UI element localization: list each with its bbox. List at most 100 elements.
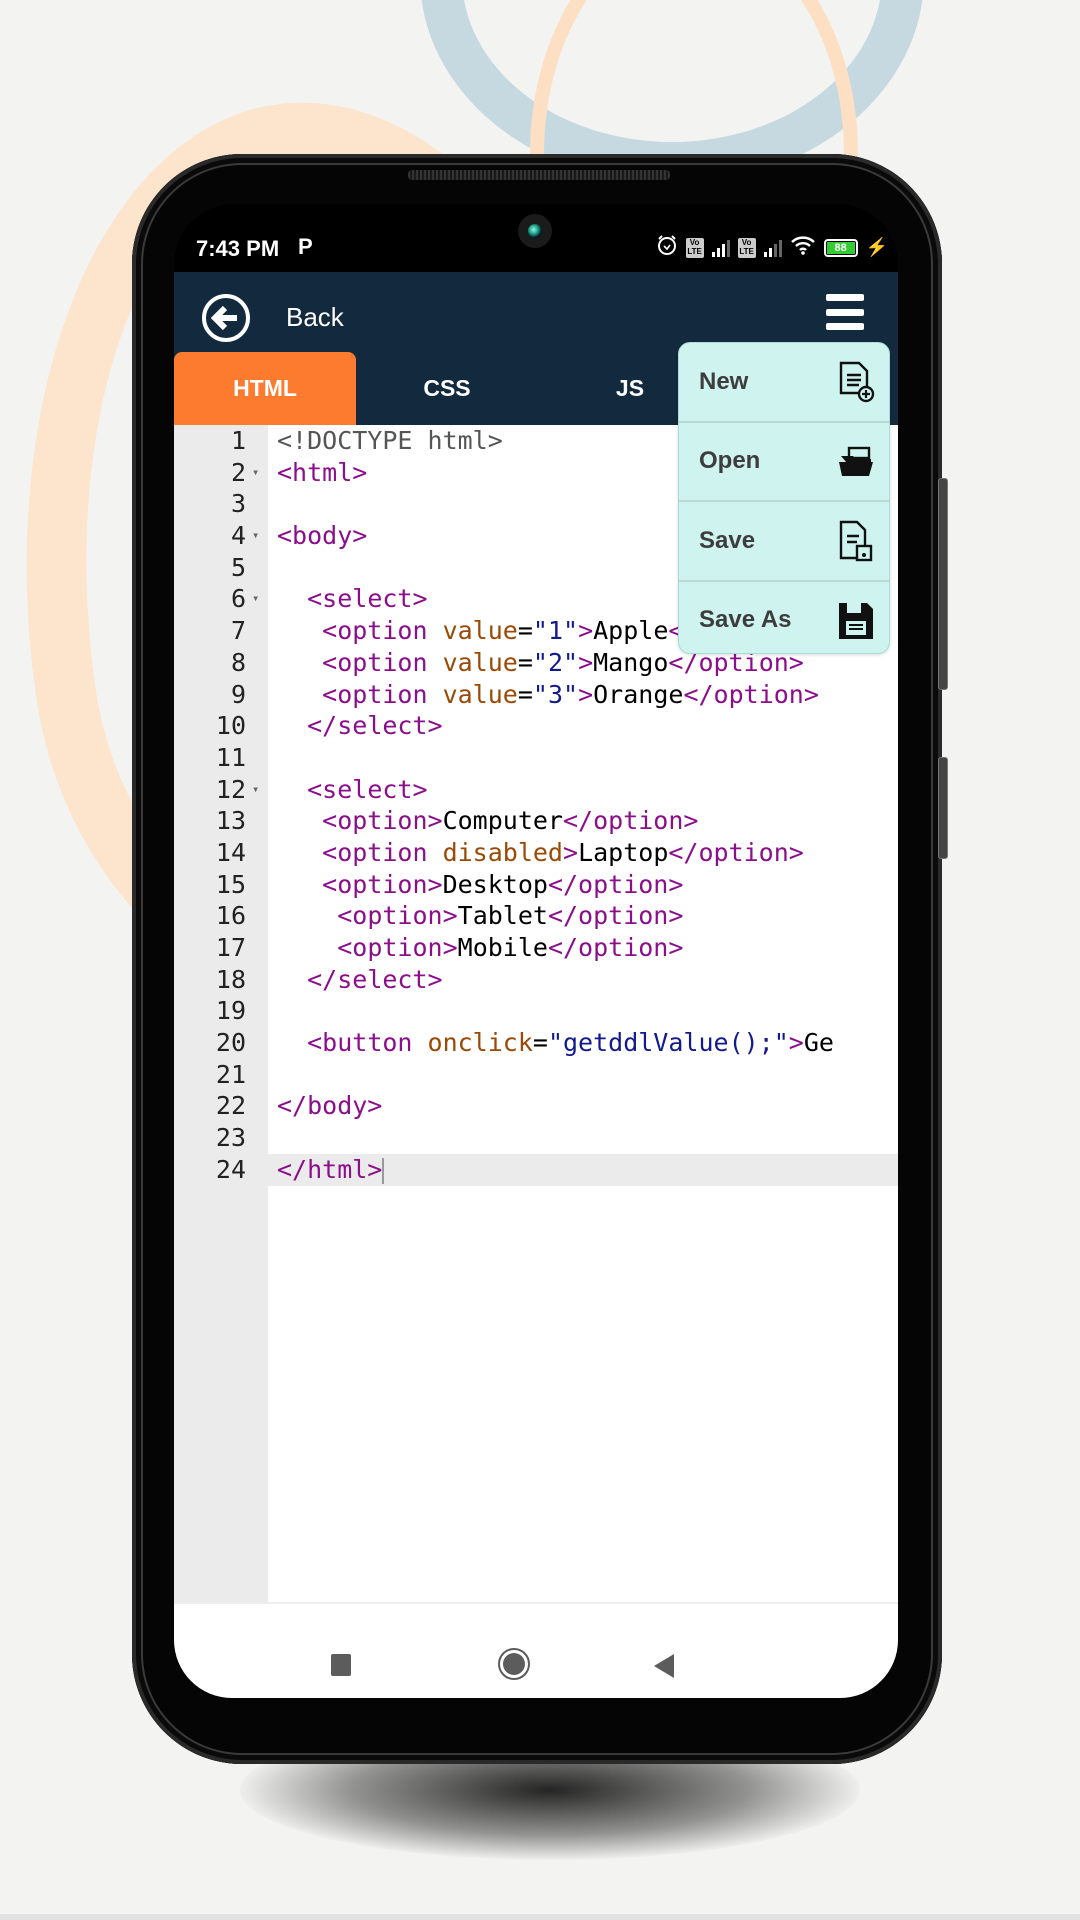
code-token: </html> [277, 1154, 383, 1184]
code-text: <body> [277, 520, 367, 552]
code-token: <body> [277, 521, 368, 551]
fold-arrow-icon[interactable]: ▾ [252, 457, 259, 489]
code-token: </body> [277, 1091, 383, 1121]
code-token: Computer [442, 806, 563, 836]
code-line[interactable]: 13 <option>Computer</option> [174, 805, 898, 837]
code-line[interactable]: 16 <option>Tablet</option> [174, 900, 898, 932]
menu-item-save[interactable]: Save [679, 502, 889, 582]
code-token: </option> [547, 933, 684, 962]
code-token: </select> [307, 711, 443, 741]
code-line[interactable]: 20 <button onclick="getddlValue();">Ge [174, 1027, 898, 1059]
code-token: <html> [277, 457, 368, 487]
code-token: Laptop [578, 837, 669, 867]
line-number: 18 [215, 964, 246, 994]
line-number: 21 [215, 1059, 246, 1089]
volte-icon: Vo LTE [685, 237, 704, 258]
code-token: "getddlValue();" [547, 1028, 789, 1058]
code-token: <select> [307, 584, 428, 614]
code-token: = [532, 1028, 548, 1058]
open-folder-icon [837, 440, 875, 482]
code-line[interactable]: 12 ▾ <select> [174, 774, 898, 806]
code-token: Desktop [442, 869, 548, 899]
code-token: <select> [307, 774, 428, 804]
code-token: <option [322, 837, 443, 867]
front-camera-icon [518, 214, 552, 248]
code-token: > [578, 679, 594, 709]
code-token: = [517, 679, 533, 709]
code-line[interactable]: 21 [174, 1059, 898, 1091]
code-line[interactable]: 22 </body> [174, 1090, 898, 1122]
code-token: > [578, 647, 594, 677]
line-number: 4 [230, 521, 246, 551]
code-line[interactable]: 17 <option>Mobile</option> [174, 932, 898, 964]
menu-item-label: Save [699, 526, 756, 554]
code-line[interactable]: 14 <option disabled>Laptop</option> [174, 837, 898, 869]
code-line[interactable]: 23 [174, 1122, 898, 1154]
code-token: > [578, 616, 594, 646]
line-number: 2 [230, 457, 246, 487]
code-line[interactable]: 24 </html> [174, 1153, 898, 1186]
hamburger-icon[interactable] [826, 294, 864, 330]
triangle-back-icon[interactable] [654, 1654, 674, 1678]
phone-screen: 7:43 PM P Vo LTE Vo LTE 88 ⚡ Back HTML C… [174, 204, 898, 1698]
line-number: 24 [215, 1154, 246, 1184]
tab-html[interactable]: HTML [174, 352, 356, 425]
new-file-icon [837, 361, 875, 403]
arrow-left-circle-icon[interactable] [202, 294, 250, 342]
status-icons: Vo LTE Vo LTE 88 ⚡ [656, 234, 888, 261]
menu-item-label: Save As [699, 606, 792, 634]
code-token: Tablet [457, 901, 548, 931]
code-text: <html> [277, 457, 367, 489]
menu-item-save-as[interactable]: Save As [679, 582, 889, 660]
code-line[interactable]: 15 <option>Desktop</option> [174, 869, 898, 901]
code-token: </select> [307, 964, 443, 994]
file-menu: New Open Save Save As [678, 342, 890, 654]
fold-arrow-icon[interactable]: ▾ [252, 520, 259, 552]
code-text: </select> [277, 710, 443, 742]
menu-item-open[interactable]: Open [679, 423, 889, 502]
line-number: 15 [215, 869, 246, 899]
back-label[interactable]: Back [286, 302, 344, 333]
code-token: <option> [322, 869, 443, 899]
fold-arrow-icon[interactable]: ▾ [252, 583, 259, 615]
code-token: <option> [337, 933, 458, 962]
line-number: 22 [215, 1091, 246, 1121]
code-line[interactable]: 10 </select> [174, 710, 898, 742]
save-file-icon [837, 520, 875, 562]
tab-css[interactable]: CSS [356, 352, 538, 425]
code-token: Ge [803, 1028, 834, 1058]
code-token: <option> [337, 901, 458, 931]
code-token: <!DOCTYPE html> [277, 426, 503, 455]
system-nav-bar [174, 1602, 898, 1698]
code-line[interactable]: 18 </select> [174, 964, 898, 996]
code-token: Orange [593, 679, 684, 709]
volte-icon: Vo LTE [737, 237, 756, 258]
text-cursor [382, 1157, 385, 1184]
code-token: </option> [547, 901, 684, 931]
menu-item-new[interactable]: New [679, 343, 889, 423]
line-number: 14 [215, 837, 246, 867]
line-number: 7 [230, 616, 246, 646]
code-token: <option [322, 647, 443, 677]
code-token: </option> [668, 837, 804, 867]
code-token: value [442, 679, 518, 709]
alarm-icon [656, 234, 678, 261]
signal-icon [763, 239, 782, 257]
back-button[interactable] [202, 294, 250, 342]
code-line[interactable]: 11 [174, 742, 898, 774]
code-token: = [517, 616, 533, 646]
code-token: "2" [532, 647, 579, 677]
code-text: <!DOCTYPE html> [277, 425, 503, 457]
line-number: 19 [215, 996, 246, 1026]
wifi-icon [790, 235, 816, 260]
line-number: 20 [215, 1028, 246, 1058]
square-icon[interactable] [331, 1654, 351, 1676]
battery-level: 88 [826, 241, 855, 254]
menu-item-label: New [699, 367, 749, 395]
code-text: </html> [277, 1154, 385, 1186]
code-line[interactable]: 9 <option value="3">Orange</option> [174, 679, 898, 711]
circle-icon[interactable] [498, 1648, 530, 1680]
code-line[interactable]: 19 [174, 995, 898, 1027]
line-number: 23 [215, 1123, 246, 1153]
fold-arrow-icon[interactable]: ▾ [252, 774, 259, 806]
